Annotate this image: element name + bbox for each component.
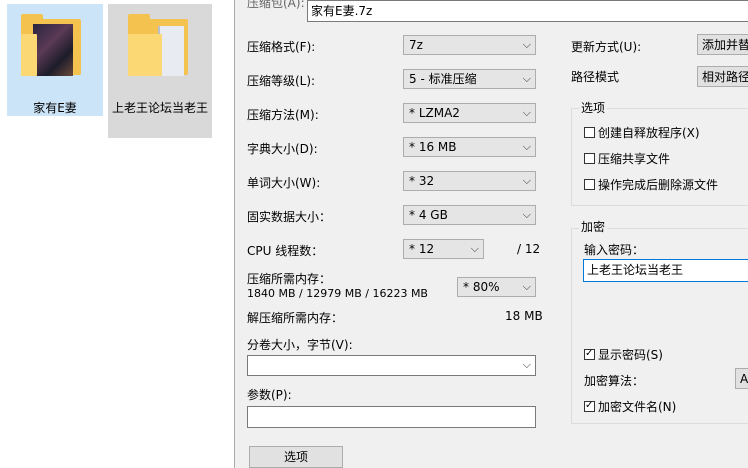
path-label: 路径模式 <box>571 70 620 84</box>
word-value: * 32 <box>409 174 435 188</box>
method-label: 压缩方法(M): <box>247 108 319 122</box>
update-select[interactable]: 添加并替 <box>697 34 748 55</box>
method-select[interactable]: * LZMA2 ⌵ <box>403 103 536 123</box>
format-label: 压缩格式(F): <box>247 40 316 54</box>
chevron-down-icon: ⌵ <box>522 38 531 51</box>
cpu-label: CPU 线程数： <box>247 244 324 258</box>
add-to-archive-dialog: 压缩包(A): 家有E妻.7z 压缩格式(F): 7z ⌵ 压缩等级(L): 5 … <box>234 0 748 468</box>
enc-method-label: 加密算法： <box>584 374 645 388</box>
solid-value: * 4 GB <box>409 208 448 222</box>
cpu-select[interactable]: * 12 ⌵ <box>403 239 484 259</box>
dict-select[interactable]: * 16 MB ⌵ <box>403 137 536 157</box>
checkbox-box <box>584 127 595 138</box>
archive-name-input[interactable]: 家有E妻.7z <box>307 0 748 22</box>
volume-label: 分卷大小，字节(V): <box>247 338 353 352</box>
folder-icon <box>128 14 190 76</box>
sfx-label: 创建自释放程序(X) <box>598 126 700 140</box>
desktop-icon-label: 家有E妻 <box>33 101 77 115</box>
folder-icon <box>21 14 83 76</box>
decomp-label: 解压缩所需内存： <box>247 311 344 325</box>
path-select[interactable]: 相对路径 <box>697 66 748 87</box>
mem-select[interactable]: * 80% ⌵ <box>457 277 536 297</box>
solid-label: 固实数据大小： <box>247 210 332 224</box>
chevron-down-icon: ⌵ <box>522 208 531 221</box>
method-value: * LZMA2 <box>409 106 460 120</box>
chevron-down-icon: ⌵ <box>470 242 479 255</box>
desktop-icon-folder-2[interactable]: 上老王论坛当老王 <box>108 4 212 138</box>
desktop-icon-folder-1[interactable]: 家有E妻 <box>7 4 103 116</box>
chevron-down-icon: ⌵ <box>522 72 531 85</box>
enc-filenames-checkbox[interactable]: 加密文件名(N) <box>584 398 676 415</box>
password-label: 输入密码： <box>584 243 645 257</box>
level-label: 压缩等级(L): <box>247 74 316 88</box>
chevron-down-icon: ⌵ <box>522 174 531 187</box>
chevron-down-icon: ⌵ <box>522 280 531 293</box>
show-password-checkbox[interactable]: 显示密码(S) <box>584 346 663 363</box>
checkbox-box <box>584 153 595 164</box>
level-select[interactable]: 5 - 标准压缩 ⌵ <box>403 69 536 89</box>
mem-label: 压缩所需内存： <box>247 272 332 286</box>
shared-checkbox[interactable]: 压缩共享文件 <box>584 150 670 167</box>
word-select[interactable]: * 32 ⌵ <box>403 171 536 191</box>
enc-filenames-label: 加密文件名(N) <box>598 400 677 414</box>
checkbox-box <box>584 399 595 413</box>
options-button[interactable]: 选项 <box>249 446 343 468</box>
encrypt-group-title: 加密 <box>579 218 608 235</box>
delete-checkbox[interactable]: 操作完成后删除源文件 <box>584 176 718 193</box>
update-label: 更新方式(U): <box>571 40 642 54</box>
mem-value: * 80% <box>463 280 500 294</box>
password-input[interactable]: 上老王论坛当老王 <box>583 259 748 282</box>
sfx-checkbox[interactable]: 创建自释放程序(X) <box>584 124 700 141</box>
checkbox-box <box>584 347 595 361</box>
show-password-label: 显示密码(S) <box>598 348 663 362</box>
dict-label: 字典大小(D): <box>247 142 318 156</box>
cpu-total: / 12 <box>517 242 541 256</box>
desktop-icon-label: 上老王论坛当老王 <box>112 101 209 115</box>
word-label: 单词大小(W): <box>247 176 321 190</box>
checkbox-box <box>584 179 595 190</box>
mem-detail: 1840 MB / 12979 MB / 16223 MB <box>247 287 428 300</box>
cpu-value: * 12 <box>409 242 435 256</box>
dict-value: * 16 MB <box>409 140 457 154</box>
chevron-down-icon: ⌵ <box>522 140 531 153</box>
params-label: 参数(P): <box>247 388 292 402</box>
enc-method-select[interactable]: AE <box>735 368 748 389</box>
params-input[interactable] <box>247 406 536 428</box>
archive-label: 压缩包(A): <box>247 0 305 10</box>
volume-combo[interactable]: ⌵ <box>247 355 536 376</box>
shared-label: 压缩共享文件 <box>598 152 671 166</box>
format-value: 7z <box>409 38 423 52</box>
format-select[interactable]: 7z ⌵ <box>403 35 536 55</box>
chevron-down-icon: ⌵ <box>522 106 531 119</box>
solid-select[interactable]: * 4 GB ⌵ <box>403 205 536 225</box>
decomp-value: 18 MB <box>505 309 543 323</box>
delete-label: 操作完成后删除源文件 <box>598 178 719 192</box>
chevron-down-icon: ⌵ <box>522 358 531 371</box>
options-group-title: 选项 <box>579 99 608 116</box>
level-value: 5 - 标准压缩 <box>409 72 477 86</box>
